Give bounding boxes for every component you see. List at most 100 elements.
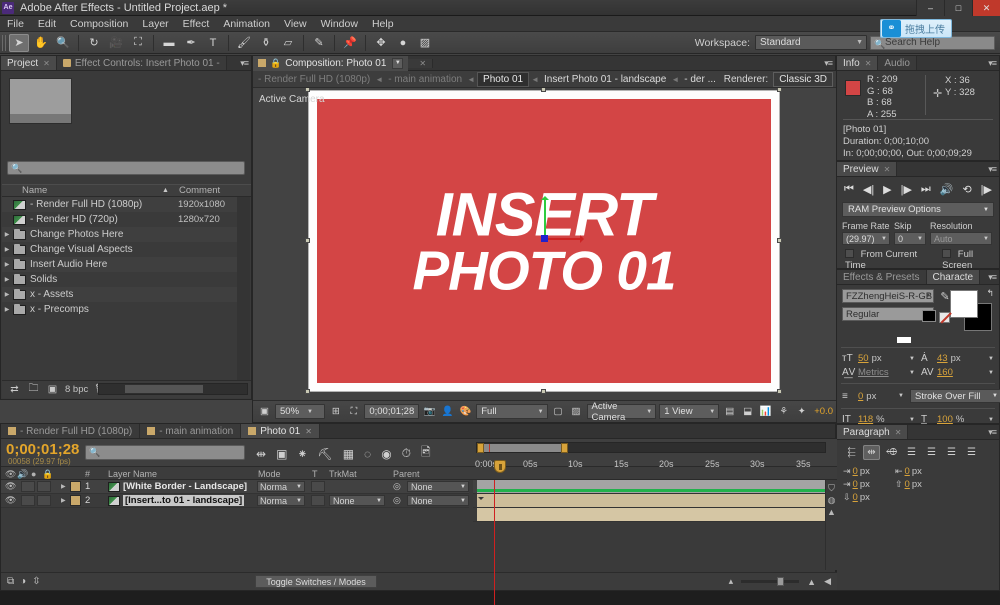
current-time-display[interactable]: 0;00;01;28 (364, 404, 419, 419)
timeline-work-area-mini[interactable] (476, 442, 826, 453)
disclosure-triangle-icon[interactable]: ▶ (2, 231, 12, 238)
disclosure-triangle-icon[interactable]: ▶ (2, 246, 12, 253)
stroke-width-value[interactable]: 0 (858, 391, 863, 402)
panel-menu-icon[interactable]: ▾≡ (240, 58, 248, 69)
eye-icon[interactable]: 👁 (5, 495, 16, 506)
preview-resolution-select[interactable]: Auto ▼ (930, 232, 992, 245)
3d-axis-gizmo[interactable] (544, 239, 545, 240)
leading-value[interactable]: 43 (937, 353, 948, 364)
eye-icon[interactable]: 👁 (5, 481, 16, 492)
close-icon[interactable]: ✕ (895, 428, 902, 437)
rotation-tool-icon[interactable]: ↻ (84, 34, 104, 52)
maximize-button[interactable]: □ (944, 0, 972, 16)
indent-right-value[interactable]: 0 (905, 466, 910, 477)
panel-menu-icon[interactable]: ▾≡ (824, 58, 832, 69)
puppet-pin-tool-icon[interactable]: 📌 (340, 34, 360, 52)
camera-view-select[interactable]: Active Camera ▼ (587, 404, 657, 419)
skip-select[interactable]: 0 ▼ (894, 232, 926, 245)
align-center-button[interactable]: ⇹ (863, 445, 880, 460)
interpret-footage-icon[interactable]: ⇄ (8, 384, 21, 396)
tab-composition[interactable]: 🔒 Composition: Photo 01 ▼ (253, 56, 408, 71)
zoom-tool-icon[interactable]: 🔍 (53, 34, 73, 52)
parent-pickwhip-icon[interactable]: ◎ (393, 481, 401, 492)
track-matte-select[interactable]: None ▼ (329, 495, 385, 506)
column-trkmat[interactable]: TrkMat (329, 469, 357, 479)
scrollbar-thumb[interactable] (125, 385, 203, 393)
new-folder-icon[interactable]: 🗀 (27, 384, 40, 396)
tab-info[interactable]: Info ✕ (837, 56, 878, 70)
camera-tool-icon[interactable]: 🎥 (106, 34, 126, 52)
composition-stage[interactable]: Active Camera INSERT PHOTO 01 (253, 88, 837, 400)
shape-tool-icon[interactable]: ▬ (159, 34, 179, 52)
bit-depth-label[interactable]: 8 bpc (65, 384, 88, 395)
selection-handle-bc[interactable] (541, 389, 546, 394)
close-icon[interactable]: ✕ (865, 59, 872, 68)
lock-icon[interactable]: 🔒 (270, 58, 281, 69)
tab-paragraph[interactable]: Paragraph ✕ (837, 425, 908, 439)
chevron-down-icon[interactable]: ▼ (988, 356, 994, 362)
panel-menu-icon[interactable]: ▾≡ (988, 427, 996, 438)
space-before-value[interactable]: 0 (905, 479, 910, 490)
tracking-value[interactable]: 160 (937, 367, 953, 378)
layer-2b-duration-bar[interactable] (477, 508, 825, 521)
font-size-value[interactable]: 50 (858, 353, 869, 364)
column-name[interactable]: Name (22, 185, 47, 196)
shy-layers-icon[interactable]: ⛉ (827, 483, 836, 492)
preserve-transparency-toggle[interactable] (311, 495, 325, 506)
pixel-aspect-icon[interactable]: ▤ (722, 404, 737, 419)
last-frame-button[interactable]: ⏭ (921, 183, 931, 196)
menu-edit[interactable]: Edit (31, 16, 63, 32)
list-item[interactable]: ▶ x - Assets (2, 287, 238, 302)
pan-behind-tool-icon[interactable]: ⛶ (128, 34, 148, 52)
close-icon[interactable]: ✕ (419, 59, 426, 68)
timeline-search-input[interactable]: 🔍 (85, 445, 245, 460)
channel-select-icon[interactable]: 🎨 (458, 404, 473, 419)
exposure-value[interactable]: +0.0 (814, 406, 833, 417)
chevron-down-icon[interactable]: ▼ (988, 417, 994, 423)
disclosure-triangle-icon[interactable]: ▶ (61, 497, 66, 504)
always-preview-icon[interactable]: ▣ (257, 404, 272, 419)
align-left-button[interactable]: ⬱ (843, 445, 860, 460)
solo-toggle[interactable] (37, 481, 51, 492)
motion-blur-icon[interactable]: ▦ (343, 447, 354, 461)
layer-color-swatch[interactable] (70, 495, 81, 506)
swap-colors-icon[interactable]: ↰ (986, 288, 994, 299)
selection-handle-tl[interactable] (305, 88, 310, 92)
zoom-out-icon[interactable]: ▴ (729, 576, 734, 587)
slider-knob[interactable] (777, 577, 784, 586)
loop-button[interactable]: ⟲ (962, 183, 971, 196)
leading-field[interactable]: Ȧ 43 px ▼ (921, 353, 994, 364)
from-current-time-checkbox[interactable]: From Current Time (845, 249, 930, 271)
tab-close-slot[interactable]: ✕ (408, 59, 433, 68)
keyframe-marker-icon[interactable] (478, 497, 484, 503)
composition-mini-flowchart-icon[interactable]: ⇹ (256, 447, 266, 461)
new-composition-icon[interactable]: ▣ (46, 384, 59, 396)
tab-render-full-hd[interactable]: - Render Full HD (1080p) (1, 424, 140, 438)
space-after-field[interactable]: ⇩ 0 px (843, 492, 891, 503)
track-row-layer-2b[interactable] (473, 508, 825, 522)
layer-2-duration-bar[interactable] (477, 494, 825, 507)
panel-menu-icon[interactable]: ▾≡ (988, 58, 996, 69)
space-after-value[interactable]: 0 (853, 492, 858, 503)
audio-button[interactable]: 🔊 (940, 183, 954, 196)
column-mode[interactable]: Mode (258, 469, 281, 479)
breadcrumb-item-4[interactable]: - der ... (679, 74, 721, 85)
menu-composition[interactable]: Composition (63, 16, 135, 32)
selection-handle-br[interactable] (777, 389, 782, 394)
dot-tool-icon[interactable]: ● (393, 34, 413, 52)
renderer-value[interactable]: Classic 3D (773, 72, 833, 87)
preserve-transparency-toggle[interactable] (311, 481, 325, 492)
exposure-icon[interactable]: ✦ (794, 404, 809, 419)
full-screen-checkbox[interactable]: Full Screen (942, 249, 999, 271)
work-area-end-handle[interactable] (561, 443, 568, 453)
tab-audio[interactable]: Audio (878, 56, 917, 70)
ram-preview-options-select[interactable]: RAM Preview Options ▼ (842, 202, 994, 217)
menu-help[interactable]: Help (365, 16, 401, 32)
tab-project[interactable]: Project ✕ (1, 56, 57, 70)
indent-left-value[interactable]: 0 (853, 466, 858, 477)
selection-handle-tr[interactable] (777, 88, 782, 92)
timeline-icon[interactable]: 📊 (758, 404, 773, 419)
toggle-switches-modes-button[interactable]: Toggle Switches / Modes (255, 575, 377, 588)
column-parent[interactable]: Parent (393, 469, 420, 479)
layer-mode-select[interactable]: Norma ▼ (257, 481, 305, 492)
